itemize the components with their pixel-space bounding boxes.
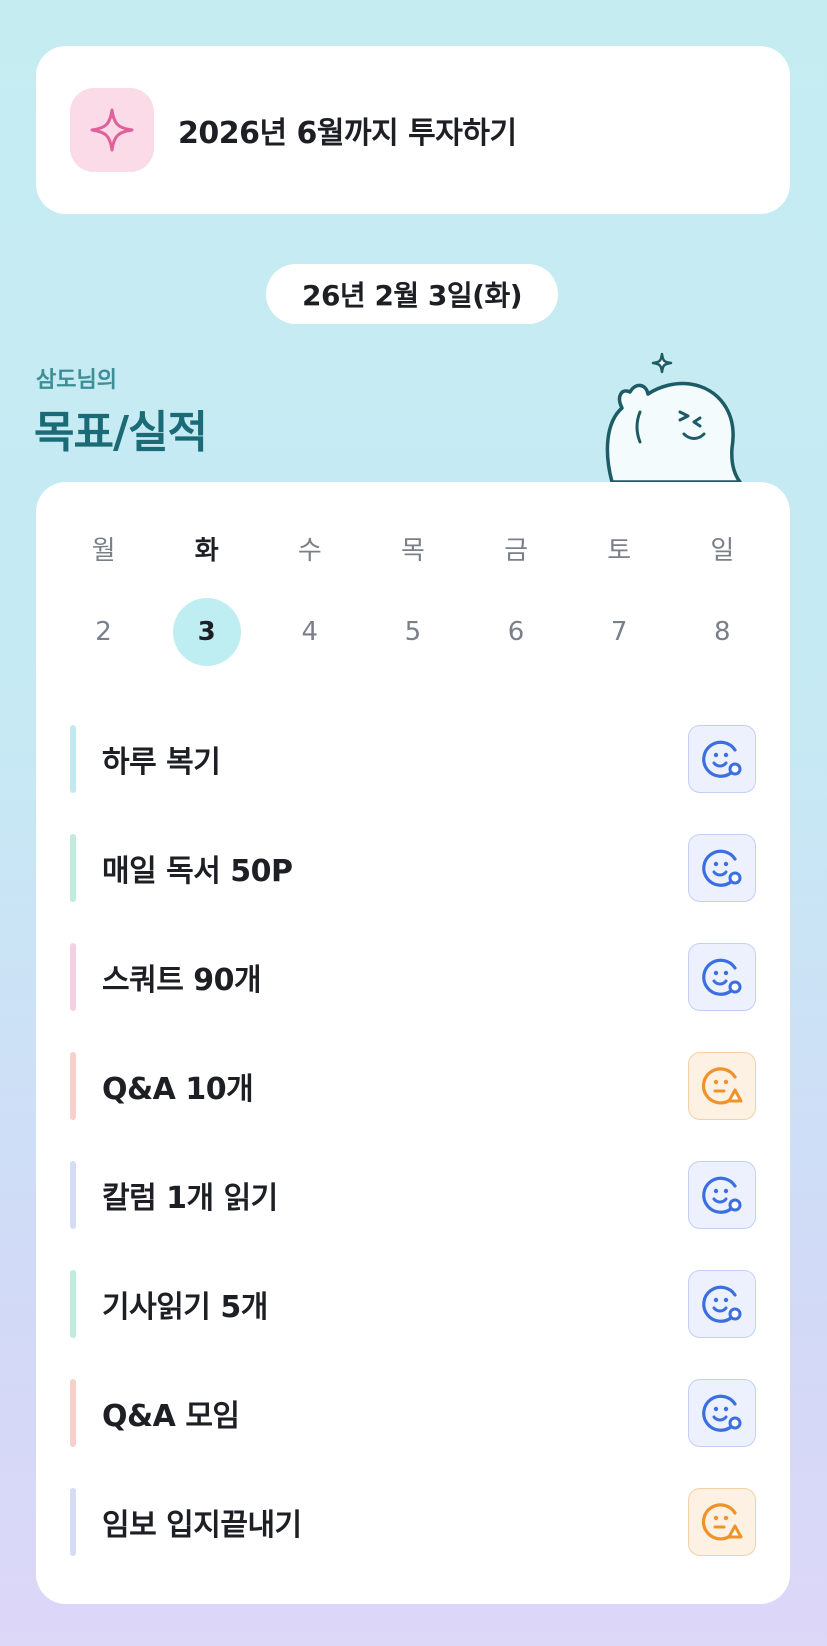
weekday-row: 월 화 수 목 금 토 일 — [52, 528, 774, 568]
task-row[interactable]: 기사읽기 5개 — [70, 1249, 756, 1358]
date-cell[interactable]: 7 — [585, 598, 653, 666]
task-color-bar — [70, 1487, 76, 1556]
task-color-bar — [70, 1378, 76, 1447]
date-cell[interactable]: 2 — [70, 598, 138, 666]
date-pill[interactable]: 26년 2월 3일(화) — [266, 264, 558, 324]
task-row[interactable]: 칼럼 1개 읽기 — [70, 1140, 756, 1249]
page-title: 목표/실적 — [34, 407, 208, 458]
smile-check-icon — [699, 954, 745, 1000]
task-row[interactable]: 매일 독서 50P — [70, 813, 756, 922]
task-row[interactable]: 임보 입지끝내기 — [70, 1467, 756, 1576]
task-label: 매일 독서 50P — [102, 853, 293, 889]
neutral-warning-icon — [699, 1063, 745, 1109]
status-button[interactable] — [688, 1378, 756, 1447]
date-cell[interactable]: 6 — [482, 598, 550, 666]
task-info: 매일 독서 50P — [70, 833, 293, 902]
task-label: Q&A 10개 — [102, 1071, 254, 1107]
date-row: 2 3 4 5 6 7 8 — [52, 598, 774, 666]
task-row[interactable]: 스쿼트 90개 — [70, 922, 756, 1031]
task-info: 스쿼트 90개 — [70, 942, 262, 1011]
status-button[interactable] — [688, 1487, 756, 1556]
goal-card[interactable]: 2026년 6월까지 투자하기 — [36, 46, 790, 214]
task-label: Q&A 모임 — [102, 1398, 240, 1434]
task-info: Q&A 모임 — [70, 1378, 240, 1447]
task-info: 기사읽기 5개 — [70, 1269, 268, 1338]
weekday-thu: 목 — [400, 535, 425, 566]
neutral-warning-icon — [699, 1499, 745, 1545]
smile-check-icon — [699, 845, 745, 891]
task-color-bar — [70, 1051, 76, 1120]
smile-check-icon — [699, 1390, 745, 1436]
status-button[interactable] — [688, 1269, 756, 1338]
date-cell[interactable]: 4 — [276, 598, 344, 666]
task-row[interactable]: Q&A 10개 — [70, 1031, 756, 1140]
date-cell-selected[interactable]: 3 — [172, 598, 241, 666]
weekday-wed: 수 — [297, 535, 322, 566]
goal-tracker-card: 월 화 수 목 금 토 일 2 3 4 5 6 7 8 하루 복기매일 독서 5… — [36, 482, 790, 1604]
task-row[interactable]: Q&A 모임 — [70, 1358, 756, 1467]
task-color-bar — [70, 1160, 76, 1229]
task-label: 임보 입지끝내기 — [102, 1507, 302, 1543]
status-button[interactable] — [688, 1051, 756, 1120]
task-row[interactable]: 하루 복기 — [70, 704, 756, 813]
sparkle-icon — [70, 88, 154, 172]
task-info: 하루 복기 — [70, 724, 221, 793]
weekday-fri: 금 — [504, 535, 529, 566]
weekday-tue: 화 — [194, 535, 219, 566]
smile-check-icon — [699, 1281, 745, 1327]
task-color-bar — [70, 1269, 76, 1338]
smile-check-icon — [699, 1172, 745, 1218]
status-button[interactable] — [688, 724, 756, 793]
task-info: 임보 입지끝내기 — [70, 1487, 302, 1556]
task-info: Q&A 10개 — [70, 1051, 254, 1120]
date-cell[interactable]: 5 — [379, 598, 447, 666]
mascot-illustration — [605, 352, 742, 482]
task-color-bar — [70, 942, 76, 1011]
week-calendar: 월 화 수 목 금 토 일 2 3 4 5 6 7 8 — [52, 528, 774, 666]
task-color-bar — [70, 724, 76, 793]
task-label: 하루 복기 — [102, 744, 221, 780]
goal-text: 2026년 6월까지 투자하기 — [178, 116, 517, 151]
status-button[interactable] — [688, 1160, 756, 1229]
task-label: 기사읽기 5개 — [102, 1289, 268, 1325]
task-color-bar — [70, 833, 76, 902]
task-info: 칼럼 1개 읽기 — [70, 1160, 278, 1229]
task-list: 하루 복기매일 독서 50P 스쿼트 90개 Q&A 10개칼럼 1개 읽기기사읽기… — [70, 704, 756, 1576]
weekday-sat: 토 — [607, 535, 632, 566]
status-button[interactable] — [688, 942, 756, 1011]
smile-check-icon — [699, 736, 745, 782]
weekday-mon: 월 — [91, 535, 116, 566]
task-label: 스쿼트 90개 — [102, 962, 262, 998]
task-label: 칼럼 1개 읽기 — [102, 1180, 278, 1216]
status-button[interactable] — [688, 833, 756, 902]
header-subtitle: 삼도님의 — [36, 368, 117, 393]
weekday-sun: 일 — [710, 535, 735, 566]
date-cell[interactable]: 8 — [688, 598, 756, 666]
